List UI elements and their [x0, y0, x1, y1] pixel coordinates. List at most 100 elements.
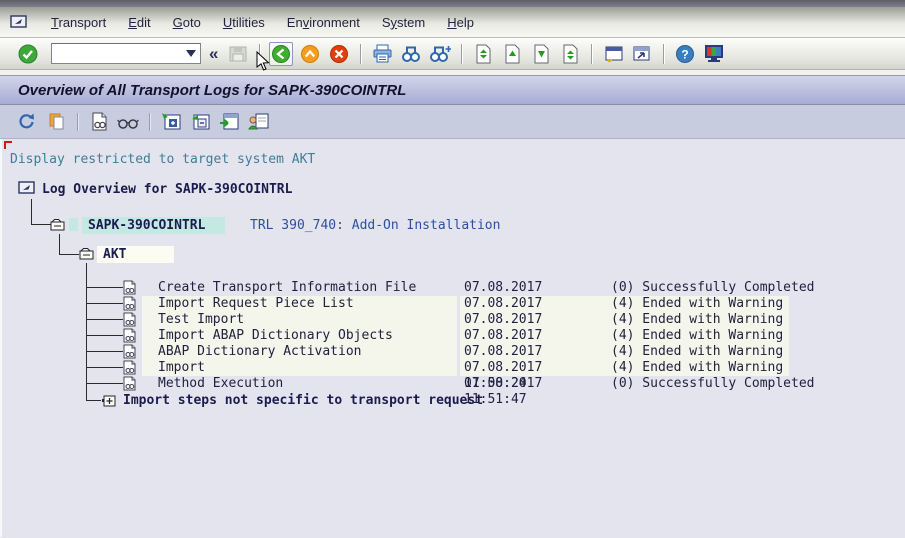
find-button[interactable] — [399, 42, 423, 66]
step-datetime: 07.08.2017 11:36:56 — [460, 280, 608, 296]
step-status: (4) Ended with Warning — [607, 360, 789, 376]
customize-layout-button[interactable] — [702, 42, 726, 66]
user-info-button[interactable] — [247, 111, 269, 133]
step-row[interactable]: Test Import 07.08.2017 11:37:18 (4) Ende… — [2, 312, 905, 328]
folder-open-icon[interactable] — [79, 247, 94, 264]
system-name-field[interactable]: AKT — [97, 246, 174, 263]
request-name-field[interactable]: SAPK-390COINTRL — [82, 217, 225, 234]
step-action[interactable]: Import Request Piece List — [142, 296, 457, 312]
menu-bar: Transport Edit Goto Utilities Environmen… — [0, 7, 905, 38]
next-page-button[interactable] — [529, 42, 553, 66]
legend-button[interactable] — [117, 111, 139, 133]
step-status: (4) Ended with Warning — [607, 312, 789, 328]
step-action[interactable]: Import — [142, 360, 457, 376]
tree-line — [86, 351, 123, 352]
step-datetime: 07.08.2017 11:48:00 — [460, 344, 608, 360]
menu-item-system[interactable]: System — [371, 12, 436, 33]
tree-line — [86, 400, 101, 401]
footer-label: Import steps not specific to transport r… — [123, 393, 483, 409]
new-session-button[interactable] — [601, 42, 625, 66]
back-button[interactable] — [269, 42, 293, 66]
tree-line — [86, 303, 123, 304]
copy-button[interactable] — [45, 111, 67, 133]
command-input[interactable] — [64, 45, 186, 62]
window-top-edge — [0, 0, 905, 7]
last-page-button[interactable] — [558, 42, 582, 66]
tree-line — [86, 383, 123, 384]
step-action[interactable]: ABAP Dictionary Activation — [142, 344, 457, 360]
refresh-button[interactable] — [16, 111, 38, 133]
print-button[interactable] — [370, 42, 394, 66]
step-row[interactable]: Import Request Piece List 07.08.2017 11:… — [2, 296, 905, 312]
page-title: Overview of All Transport Logs for SAPK-… — [18, 82, 406, 99]
folder-open-icon[interactable] — [50, 218, 65, 235]
title-bar: Overview of All Transport Logs for SAPK-… — [0, 76, 905, 105]
tree-line — [59, 254, 79, 255]
system-menu-icon[interactable] — [10, 15, 28, 29]
tree-line — [86, 319, 123, 320]
tree-line — [86, 335, 123, 336]
menu-item-utilities[interactable]: Utilities — [212, 12, 276, 33]
tree-line — [31, 224, 52, 225]
application-toolbar — [0, 105, 905, 139]
step-datetime: 07.08.2017 11:37:02 — [460, 296, 608, 312]
content-area: Display restricted to target system AKT … — [0, 139, 905, 537]
menu-item-goto[interactable]: Goto — [162, 12, 212, 33]
previous-page-button[interactable] — [500, 42, 524, 66]
step-status: (0) Successfully Completed — [607, 280, 821, 296]
step-action[interactable]: Import ABAP Dictionary Objects — [142, 328, 457, 344]
step-row[interactable]: Create Transport Information File 07.08.… — [2, 280, 905, 296]
root-label: Log Overview for SAPK-390COINTRL — [42, 182, 292, 197]
create-shortcut-button[interactable] — [630, 42, 654, 66]
step-datetime: 07.08.2017 11:51:47 — [460, 376, 608, 392]
request-description: TRL 390_740: Add-On Installation — [250, 218, 500, 233]
command-field[interactable] — [51, 43, 201, 64]
menu-item-help[interactable]: Help — [436, 12, 485, 33]
help-button[interactable]: ? — [673, 42, 697, 66]
menu-item-transport[interactable]: Transport — [40, 12, 117, 33]
enter-button[interactable] — [16, 42, 40, 66]
save-button[interactable] — [226, 42, 250, 66]
mouse-cursor — [256, 51, 272, 78]
tree-line — [86, 287, 123, 288]
standard-toolbar: « — [0, 38, 905, 70]
step-status: (4) Ended with Warning — [607, 328, 789, 344]
expand-all-button[interactable] — [160, 111, 182, 133]
step-row[interactable]: Import ABAP Dictionary Objects 07.08.201… — [2, 328, 905, 344]
step-status: (4) Ended with Warning — [607, 296, 789, 312]
toolbar-separator — [77, 113, 78, 131]
position-button[interactable] — [218, 111, 240, 133]
collapse-toolbar-button[interactable]: « — [209, 44, 218, 64]
step-row[interactable]: Import 07.08.2017 11:50:24 (4) Ended wit… — [2, 360, 905, 376]
svg-text:?: ? — [682, 47, 689, 61]
log-overview-root[interactable]: Log Overview for SAPK-390COINTRL — [18, 181, 292, 198]
selection-marker — [4, 141, 12, 149]
first-page-button[interactable] — [471, 42, 495, 66]
step-datetime: 07.08.2017 11:50:24 — [460, 360, 608, 376]
step-action[interactable]: Create Transport Information File — [142, 280, 457, 296]
menu-item-environment[interactable]: Environment — [276, 12, 371, 33]
display-log-button[interactable] — [88, 111, 110, 133]
command-dropdown-icon[interactable] — [186, 50, 196, 57]
toolbar-separator — [360, 44, 361, 64]
restriction-notice: Display restricted to target system AKT — [10, 152, 315, 167]
step-action[interactable]: Method Execution — [142, 376, 457, 392]
exit-button[interactable] — [298, 42, 322, 66]
expand-node-icon[interactable] — [102, 395, 116, 412]
step-row[interactable]: Method Execution 07.08.2017 11:51:47 (0)… — [2, 376, 905, 392]
step-action[interactable]: Test Import — [142, 312, 457, 328]
step-status: (4) Ended with Warning — [607, 344, 789, 360]
status-chip — [69, 218, 78, 231]
menu-item-edit[interactable]: Edit — [117, 12, 161, 33]
collapse-all-button[interactable] — [189, 111, 211, 133]
step-datetime: 07.08.2017 11:37:18 — [460, 312, 608, 328]
find-next-button[interactable] — [428, 42, 452, 66]
step-status: (0) Successfully Completed — [607, 376, 821, 392]
cancel-button[interactable] — [327, 42, 351, 66]
pointer-window-icon — [18, 181, 36, 199]
tree-line — [31, 199, 32, 225]
tree-line — [59, 234, 60, 254]
step-row[interactable]: ABAP Dictionary Activation 07.08.2017 11… — [2, 344, 905, 360]
step-datetime: 07.08.2017 11:46:23 — [460, 328, 608, 344]
sap-gui-window: Transport Edit Goto Utilities Environmen… — [0, 0, 905, 538]
